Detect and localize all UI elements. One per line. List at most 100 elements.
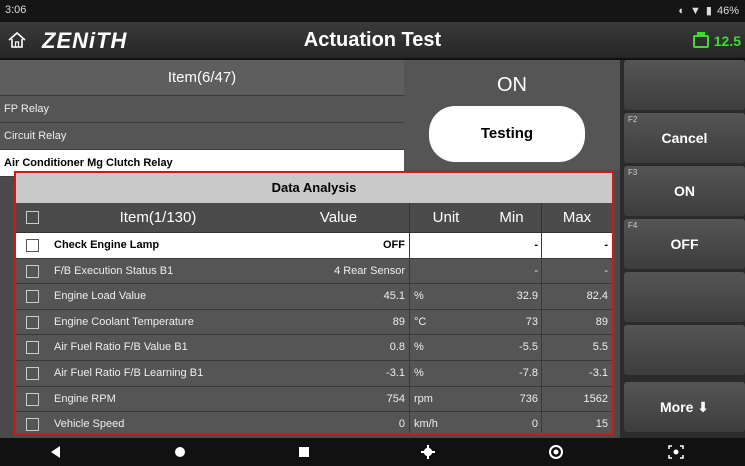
row-checkbox[interactable] — [26, 264, 39, 278]
table-row[interactable]: F/B Execution Status B1 4 Rear Sensor - - — [16, 258, 612, 285]
column-min: Min — [482, 203, 542, 232]
status-icons: ◐ ▼ ▮ 46% — [678, 4, 739, 18]
item-list-panel: Item(6/47) FP Relay Circuit Relay Air Co… — [0, 60, 404, 177]
row-max: -3.1 — [589, 366, 608, 379]
page-title: Actuation Test — [303, 29, 442, 51]
row-item: Check Engine Lamp — [54, 239, 160, 251]
row-unit: km/h — [414, 418, 438, 431]
testing-button[interactable]: Testing — [429, 106, 585, 162]
row-checkbox[interactable] — [26, 290, 39, 304]
row-unit: % — [414, 341, 424, 354]
row-unit: rpm — [414, 392, 433, 405]
table-row[interactable]: Air Fuel Ratio F/B Learning B1 -3.1% -7.8 -… — [16, 360, 612, 387]
row-checkbox[interactable] — [26, 341, 39, 355]
battery-icon: ▮ — [705, 5, 712, 17]
data-rows: Check Engine Lamp OFF - - F/B Execution Stat… — [16, 233, 612, 433]
row-unit: % — [414, 366, 424, 379]
data-analysis-panel: Data Analysis Item(1/130) Value Unit Min… — [14, 171, 614, 435]
off-button[interactable]: F4 OFF — [624, 219, 745, 269]
main-area: Item(6/47) FP Relay Circuit Relay Air Co… — [0, 60, 620, 438]
list-item[interactable]: FP Relay — [0, 96, 404, 123]
row-checkbox[interactable] — [26, 418, 39, 432]
row-checkbox[interactable] — [26, 315, 39, 329]
table-row[interactable]: Check Engine Lamp OFF - - — [16, 233, 612, 259]
row-checkbox[interactable] — [26, 366, 39, 380]
f2-label: F2 — [628, 115, 638, 124]
actuation-state: ON — [497, 74, 527, 96]
column-unit: Unit — [432, 209, 460, 226]
data-analysis-title: Data Analysis — [16, 173, 612, 203]
row-unit — [410, 233, 482, 258]
settings-icon[interactable] — [420, 445, 436, 459]
function-key-panel: F2 Cancel F3 ON F4 OFF More ⬇ — [620, 60, 745, 438]
row-unit: °C — [414, 315, 427, 328]
row-value: 754 — [268, 386, 410, 412]
row-max: 89 — [595, 315, 608, 328]
row-item: Air Fuel Ratio F/B Value B1 — [54, 341, 188, 354]
table-row[interactable]: Engine Load Value 45.1% 32.9 82.4 — [16, 284, 612, 310]
row-checkbox[interactable] — [26, 239, 39, 252]
off-label: OFF — [670, 236, 699, 252]
blank-key[interactable] — [624, 272, 745, 322]
cancel-button[interactable]: F2 Cancel — [624, 113, 745, 163]
table-row[interactable]: Engine Coolant Temperature 89 °C 73 89 — [16, 309, 612, 336]
chrome-icon[interactable] — [548, 445, 564, 459]
battery-percent: 46% — [716, 4, 739, 17]
row-max: - — [604, 264, 608, 277]
status-bar: 3:06 ◐ ▼ ▮ 46% — [0, 0, 745, 22]
row-item: F/B Execution Status B1 — [54, 264, 174, 277]
row-min: 32.9 — [482, 284, 542, 309]
table-row[interactable]: Vehicle Speed 0 km/h 0 15 — [16, 412, 612, 433]
home-circle-icon[interactable] — [172, 445, 188, 459]
table-row[interactable]: Engine RPM 754 rpm 736 1562 — [16, 386, 612, 413]
row-max: 15 — [595, 418, 608, 431]
row-unit — [410, 259, 482, 284]
row-checkbox[interactable] — [26, 392, 39, 406]
row-min: 736 — [482, 386, 542, 412]
screenshot-icon[interactable] — [668, 445, 684, 459]
car-battery-icon — [692, 31, 709, 48]
recents-icon[interactable] — [296, 445, 312, 459]
table-row[interactable]: Air Fuel Ratio F/B Value B1 0.8% -5.5 5.5 — [16, 335, 612, 361]
on-button[interactable]: F3 ON — [624, 166, 745, 216]
clock: 3:06 — [5, 4, 27, 16]
list-item[interactable]: Circuit Relay — [0, 123, 404, 150]
row-value: 89 — [268, 309, 410, 335]
vpn-icon: ◐ — [678, 4, 686, 17]
row-min: -7.8 — [482, 360, 542, 386]
row-min: - — [482, 258, 542, 284]
row-value: -3.1 — [268, 360, 410, 386]
on-label: ON — [674, 183, 695, 199]
item-list-header: Item(6/47) — [0, 60, 404, 96]
back-icon[interactable] — [48, 445, 64, 459]
select-all-checkbox[interactable] — [26, 211, 39, 224]
android-nav-bar — [0, 438, 745, 466]
cancel-label: Cancel — [661, 130, 708, 146]
row-max: 1562 — [583, 392, 608, 405]
column-item: Item(1/130) — [119, 209, 197, 226]
row-item: Vehicle Speed — [54, 418, 125, 431]
row-item: Engine RPM — [54, 392, 116, 405]
column-value: Value — [268, 203, 410, 232]
row-min: -5.5 — [482, 335, 542, 360]
table-header: Item(1/130) Value Unit Min Max — [16, 203, 612, 233]
column-max: Max — [562, 209, 592, 226]
row-min: 0 — [482, 412, 542, 433]
row-min: - — [482, 233, 542, 258]
row-item: Engine Load Value — [54, 290, 147, 303]
row-value: 0 — [268, 412, 410, 433]
row-max: - — [604, 239, 608, 251]
blank-key[interactable] — [624, 325, 745, 375]
more-button[interactable]: More ⬇ — [624, 382, 745, 432]
row-item: Engine Coolant Temperature — [54, 315, 194, 328]
row-min: 73 — [482, 309, 542, 335]
row-max: 82.4 — [586, 290, 608, 303]
blank-key[interactable] — [624, 60, 745, 110]
row-item: Air Fuel Ratio F/B Learning B1 — [54, 366, 204, 379]
row-value: OFF — [268, 233, 410, 258]
row-value: 4 Rear Sensor — [268, 258, 410, 284]
actuation-status-panel: ON Testing — [404, 60, 620, 170]
f3-label: F3 — [628, 168, 638, 177]
wifi-icon: ▼ — [690, 4, 701, 17]
voltage-indicator: 12.5 — [692, 31, 741, 49]
